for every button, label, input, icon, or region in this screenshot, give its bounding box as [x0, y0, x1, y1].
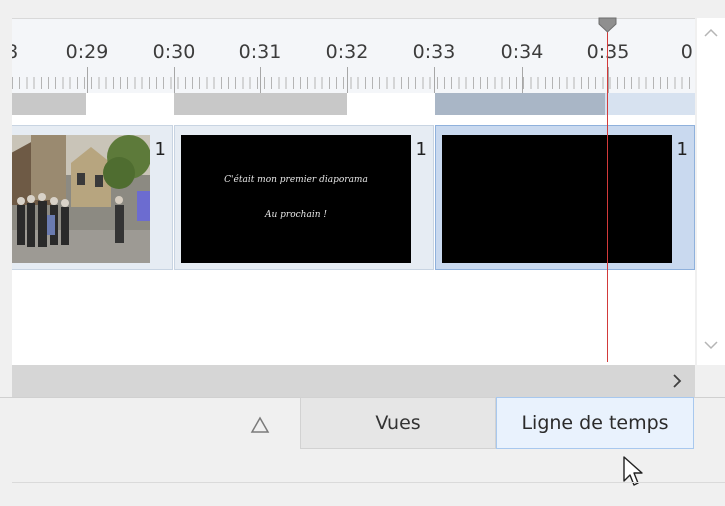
ruler-tick-label: 0:31: [238, 41, 282, 63]
clip-duration-bar: [12, 93, 86, 115]
vertical-scrollbar[interactable]: [697, 18, 725, 365]
ruler-major-tick: [434, 67, 435, 93]
ruler-major-tick: [87, 67, 88, 93]
ruler-tick-label: 0:35: [586, 41, 630, 63]
triangle-up-icon: [250, 416, 270, 433]
clip-number: 1: [676, 139, 688, 160]
time-ruler[interactable]: 8 0:29 0:30 0:31 0:32 0:33 0:34 0:35 0:: [12, 19, 695, 93]
ruler-minor-ticks: [12, 77, 695, 89]
ruler-major-tick: [260, 67, 261, 93]
clip-duration-bar-selected: [605, 93, 695, 115]
ruler-tick-label: 0:34: [500, 41, 544, 63]
chevron-down-icon[interactable]: [704, 340, 718, 350]
ruler-tick-label: 0:29: [65, 41, 109, 63]
ruler-tick-label: 0:33: [412, 41, 456, 63]
clip-text-slide[interactable]: C'était mon premier diaporama Au prochai…: [174, 125, 434, 270]
slide-text-line2: Au prochain !: [265, 210, 327, 220]
ruler-tick-label: 8: [12, 41, 18, 63]
storyboard-track: 1 C'était mon premier diaporama Au proch…: [12, 125, 695, 271]
clip-duration-bar: [174, 93, 347, 115]
ruler-tick-label: 0:30: [152, 41, 196, 63]
chevron-right-icon: [673, 374, 682, 388]
text-slide-thumbnail: C'était mon premier diaporama Au prochai…: [181, 135, 411, 263]
ruler-tick-label: 0:32: [325, 41, 369, 63]
clip-number: 1: [154, 139, 166, 160]
ruler-major-tick: [522, 67, 523, 93]
playhead-handle-icon[interactable]: [598, 17, 617, 33]
tab-timeline[interactable]: Ligne de temps: [496, 397, 694, 449]
photo-thumbnail: [12, 135, 150, 263]
playhead-line[interactable]: [607, 18, 608, 362]
scroll-right-button[interactable]: [660, 365, 695, 397]
tab-timeline-label: Ligne de temps: [521, 412, 669, 434]
slide-text-line1: C'était mon premier diaporama: [224, 175, 368, 185]
status-divider: [12, 482, 725, 483]
clip-black-slide-selected[interactable]: 1: [435, 125, 695, 270]
collapse-panel-button[interactable]: [250, 416, 270, 434]
clip-number: 1: [415, 139, 427, 160]
ruler-major-tick: [347, 67, 348, 93]
chevron-up-icon[interactable]: [704, 28, 718, 38]
ruler-major-tick: [174, 67, 175, 93]
village-photo-image: [12, 135, 150, 263]
tab-views[interactable]: Vues: [300, 397, 496, 449]
black-slide-thumbnail: [442, 135, 672, 263]
ruler-major-tick: [608, 67, 609, 93]
horizontal-scrollbar[interactable]: [12, 365, 695, 397]
tab-views-label: Vues: [375, 412, 421, 434]
clip-photo[interactable]: 1: [12, 125, 173, 270]
ruler-tick-label: 0:: [680, 41, 695, 63]
clip-duration-bar-selected: [435, 93, 605, 115]
timeline-panel[interactable]: 8 0:29 0:30 0:31 0:32 0:33 0:34 0:35 0:: [12, 18, 695, 366]
